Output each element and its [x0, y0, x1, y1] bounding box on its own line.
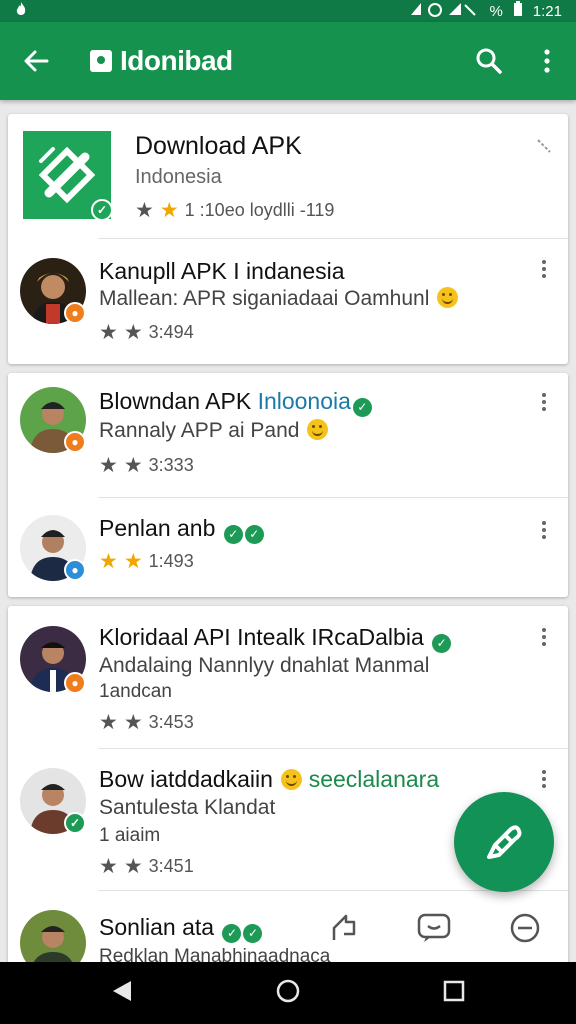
star-icon: ★ [123, 855, 143, 878]
status-badge: ● [64, 302, 86, 324]
badge-icon: ✓ [223, 525, 243, 544]
featured-subtitle: Indonesia [135, 166, 222, 188]
item-more-button[interactable] [534, 254, 554, 284]
item-more-button[interactable] [534, 387, 554, 417]
list-item[interactable]: ● Penlan anb ✓ ✓ ★ ★ 1:493 [8, 497, 568, 597]
item-rating: ★ ★ 3:453 [99, 712, 194, 733]
status-badge: ● [64, 431, 86, 453]
item-more-button[interactable] [534, 515, 554, 545]
home-icon[interactable] [275, 978, 301, 1009]
badge-icon: ✓ [244, 525, 264, 544]
item-rating: ★ ★ 3:494 [99, 322, 194, 343]
smile-emoji-icon [281, 769, 303, 790]
item-title: Kanupll APK I indanesia [99, 258, 345, 284]
star-icon: ★ [99, 855, 118, 878]
badge-icon: ✓ [222, 924, 242, 943]
action-bar [300, 902, 570, 958]
star-icon: ★ [123, 454, 143, 477]
item-title: Penlan anb ✓ ✓ [99, 515, 264, 544]
item-subtitle-2: 1andcan [99, 681, 172, 702]
item-title: Sonlian ata ✓ ✓ [99, 914, 263, 943]
status-badge: ● [64, 672, 86, 694]
status-badge: ✓ [64, 812, 86, 834]
item-meta: 3:451 [148, 856, 194, 876]
battery-text: % [489, 2, 503, 20]
back-button[interactable] [0, 22, 72, 100]
recents-icon[interactable] [443, 980, 465, 1007]
item-title: Blowndan APK Inloonoia ✓ [99, 388, 372, 417]
item-subtitle: Redklan Manabhinaadnaca [99, 946, 331, 962]
pen-icon [487, 825, 522, 859]
card-featured: ✓ Download APK Indonesia ★ ★ 1 :10eo loy… [8, 114, 568, 364]
overflow-menu-icon [544, 49, 550, 73]
share-icon[interactable] [328, 912, 360, 949]
battery-icon [513, 1, 523, 21]
clock: 1:21 [532, 2, 562, 20]
list-item[interactable]: ● Kloridaal API Intealk IRcaDalbia ✓ And… [8, 606, 568, 748]
smile-emoji-icon [307, 419, 329, 440]
star-icon: ★ [99, 454, 118, 477]
item-subtitle: Mallean: APR siganiadaai Oamhunl [99, 287, 459, 311]
avatar [20, 910, 86, 962]
smile-emoji-icon [437, 287, 459, 308]
star-icon: ★ [159, 199, 179, 222]
status-bar: % 1:21 [0, 0, 576, 22]
item-meta: 3:453 [148, 712, 194, 732]
app-title: Idonibad [120, 45, 233, 76]
item-subtitle-2: 1 aiaim [99, 825, 161, 846]
search-icon [476, 48, 502, 74]
item-subtitle: Santulesta Klandat [99, 796, 276, 819]
item-rating: ★ ★ 3:451 [99, 856, 194, 877]
star-icon: ★ [135, 199, 154, 222]
back-icon[interactable] [111, 979, 133, 1008]
item-title: Bow iatddadkaiin seeclalanara [99, 766, 440, 792]
arrow-left-icon [24, 50, 49, 72]
comment-icon[interactable] [416, 912, 452, 949]
card-group-2: ● Blowndan APK Inloonoia ✓ Rannaly APP ai… [8, 373, 568, 597]
chat-icon[interactable] [508, 911, 542, 950]
item-meta: 3:333 [148, 455, 194, 475]
list-item[interactable]: ● Kanupll APK I indanesia Mallean: APR s… [8, 238, 568, 364]
item-subtitle: Rannaly APP ai Pand [99, 419, 329, 443]
badge-icon: ✓ [243, 924, 263, 943]
signal-icons [409, 1, 479, 21]
list-item[interactable]: ● Blowndan APK Inloonoia ✓ Rannaly APP ai… [8, 373, 568, 497]
app-logo-icon [90, 50, 112, 72]
item-rating: ★ ★ 3:333 [99, 455, 194, 476]
item-meta: 3:494 [148, 322, 194, 342]
item-title: Kloridaal API Intealk IRcaDalbia ✓ [99, 624, 452, 653]
verified-icon: ✓ [352, 398, 372, 417]
compose-fab-button[interactable] [454, 792, 554, 892]
flame-icon [14, 1, 28, 21]
item-more-button[interactable] [534, 764, 554, 794]
star-icon: ★ [123, 550, 143, 573]
system-nav-bar [0, 962, 576, 1024]
item-rating: ★ ★ 1:493 [99, 551, 194, 572]
verified-icon: ✓ [432, 634, 452, 653]
expand-icon[interactable] [536, 138, 552, 159]
item-more-button[interactable] [534, 622, 554, 652]
item-meta: 1:493 [148, 551, 194, 571]
featured-title: Download APK [135, 132, 302, 160]
star-icon: ★ [99, 711, 118, 734]
app-bar: Idonibad [0, 22, 576, 100]
verified-badge-icon: ✓ [91, 199, 113, 221]
featured-meta: 1 :10eo loydlli -119 [184, 200, 335, 220]
status-badge: ● [64, 559, 86, 581]
star-icon: ★ [99, 321, 118, 344]
featured-rating: ★ ★ 1 :10eo loydlli -119 [135, 200, 334, 221]
star-icon: ★ [123, 711, 143, 734]
download-apk-app-icon[interactable]: ✓ [23, 131, 113, 221]
search-button[interactable] [460, 22, 518, 100]
star-icon: ★ [99, 550, 118, 573]
overflow-menu-button[interactable] [518, 22, 576, 100]
item-subtitle: Andalaing Nannlyy dnahlat Manmal [99, 654, 430, 677]
star-icon: ★ [123, 321, 143, 344]
